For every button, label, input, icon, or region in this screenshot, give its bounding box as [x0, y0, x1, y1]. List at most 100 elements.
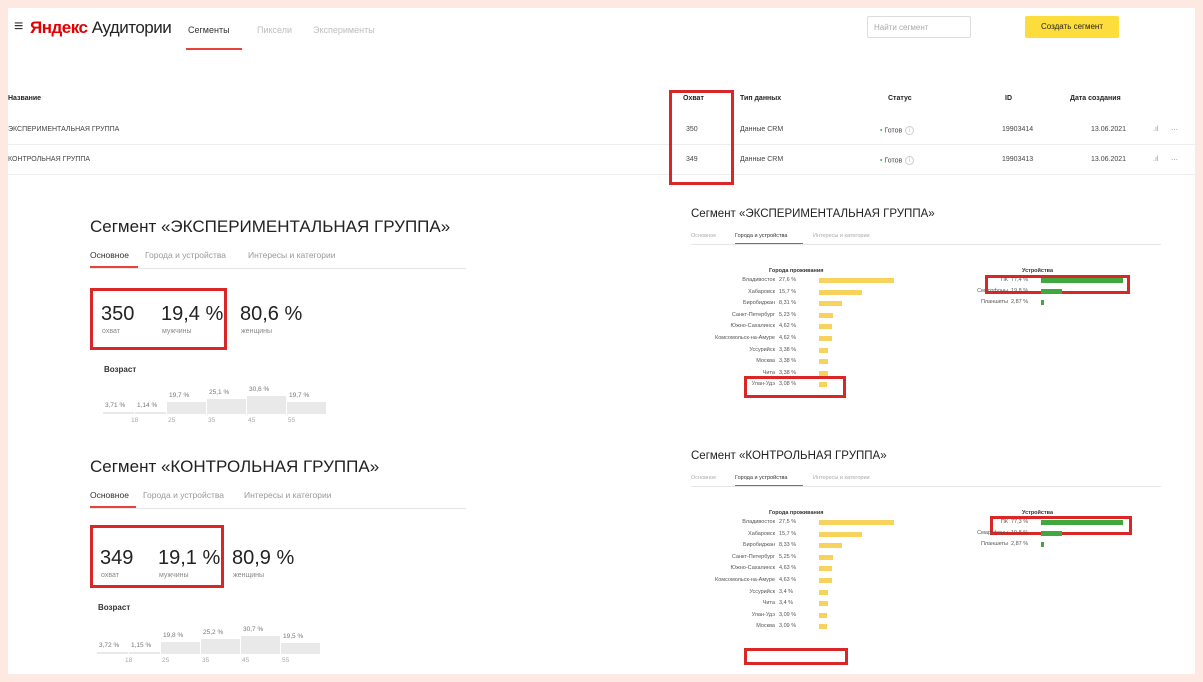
col-header-id[interactable]: ID	[1005, 95, 1012, 102]
logo-product: Аудитории	[91, 18, 172, 37]
table-row[interactable]: КОНТРОЛЬНАЯ ГРУППА 349 Данные CRM • Гото…	[8, 145, 1195, 175]
col-header-date[interactable]: Дата создания	[1070, 95, 1121, 102]
age-percent-label: 19,8 %	[163, 632, 184, 640]
city-bar	[819, 589, 829, 595]
create-segment-button[interactable]: Создать сегмент	[1025, 16, 1119, 38]
city-bar	[819, 612, 828, 618]
devices-caption: Устройства	[1022, 510, 1054, 516]
age-tick-label: 25	[168, 417, 176, 424]
segment-tab-interests[interactable]: Интересы и категории	[244, 490, 331, 500]
age-bar	[161, 642, 200, 654]
active-tab-underline	[186, 48, 242, 50]
stats-highlight-box	[90, 288, 227, 350]
city-bar	[819, 382, 828, 388]
age-bar	[287, 402, 326, 414]
more-icon[interactable]: ⋯	[1171, 126, 1178, 134]
chart-icon[interactable]: .ıl	[1153, 156, 1158, 163]
city-name: Чита	[762, 600, 775, 607]
cities-caption: Города проживания	[769, 268, 824, 274]
device-bar	[1041, 542, 1045, 547]
age-bar	[281, 642, 320, 654]
age-percent-label: 30,7 %	[243, 626, 264, 633]
more-icon[interactable]: ⋯	[1171, 156, 1178, 164]
segment-tab-cities[interactable]: Города и устройства	[735, 233, 787, 239]
age-bar	[247, 396, 286, 414]
device-name: ПК	[1000, 277, 1008, 283]
city-percent: 3,09 %	[779, 623, 797, 630]
device-bar	[1041, 531, 1062, 536]
city-name: Биробиджан	[742, 542, 775, 549]
age-bar	[241, 636, 280, 654]
age-percent-label: 19,5 %	[283, 632, 304, 640]
segment-tab-main[interactable]: Основное	[90, 250, 129, 260]
row-type: Данные CRM	[740, 156, 784, 163]
segment-tab-interests[interactable]: Интересы и категории	[248, 250, 335, 260]
table-row[interactable]: ЭКСПЕРИМЕНТАЛЬНАЯ ГРУППА 350 Данные CRM …	[8, 115, 1195, 145]
city-name: Уссурийск	[749, 588, 775, 595]
city-name: Владивосток	[742, 277, 775, 283]
city-percent: 15,7 %	[779, 288, 797, 295]
city-bar	[819, 566, 832, 572]
app-canvas: ≡ Яндекс Аудитории Сегменты Пиксели Эксп…	[8, 8, 1195, 674]
city-percent: 8,31 %	[779, 300, 797, 307]
city-bar	[819, 336, 832, 341]
top-bar: ≡ Яндекс Аудитории Сегменты Пиксели Эксп…	[8, 8, 1195, 52]
city-percent: 4,62 %	[779, 323, 797, 330]
age-percent-label: 25,2 %	[203, 629, 224, 637]
tab-experiments[interactable]: Эксперименты	[313, 25, 375, 35]
segment-title: Сегмент «КОНТРОЛЬНАЯ ГРУППА»	[90, 457, 380, 476]
segment-tab-main[interactable]: Основное	[691, 475, 716, 481]
city-bar	[819, 601, 829, 607]
logo[interactable]: Яндекс Аудитории	[30, 18, 172, 38]
row-status: • Готов i	[880, 126, 915, 135]
info-icon[interactable]: i	[905, 156, 915, 165]
age-percent-label: 25,1 %	[209, 389, 230, 397]
city-percent: 5,25 %	[779, 553, 797, 560]
col-header-status[interactable]: Статус	[888, 95, 912, 102]
tab-pixels[interactable]: Пиксели	[257, 25, 292, 35]
age-percent-label: 1,15 %	[131, 642, 152, 649]
city-name: Хабаровск	[748, 530, 775, 537]
segment-tab-main[interactable]: Основное	[691, 233, 716, 239]
age-percent-label: 19,7 %	[289, 392, 310, 400]
city-name: Москва	[756, 623, 775, 630]
row-name[interactable]: КОНТРОЛЬНАЯ ГРУППА	[8, 156, 90, 163]
hamburger-icon[interactable]: ≡	[14, 18, 23, 36]
col-header-name[interactable]: Название	[8, 95, 41, 102]
city-bar	[819, 359, 829, 365]
age-heading: Возраст	[104, 365, 137, 374]
stats-highlight-box	[90, 525, 224, 588]
age-tick-label: 55	[288, 417, 296, 424]
search-input[interactable]: Найти сегмент	[867, 16, 971, 38]
city-percent: 27,5 %	[779, 519, 797, 525]
city-percent: 3,08 %	[779, 381, 797, 388]
age-percent-label: 30,6 %	[249, 386, 270, 393]
age-tick-label: 25	[162, 657, 170, 664]
col-header-type[interactable]: Тип данных	[740, 95, 781, 102]
city-name: Комсомольск-на-Амуре	[715, 577, 775, 583]
segment-tab-interests[interactable]: Интересы и категории	[813, 475, 870, 481]
segment-tab-interests[interactable]: Интересы и категории	[813, 233, 870, 239]
city-percent: 4,63 %	[779, 565, 797, 572]
device-bar	[1041, 289, 1062, 294]
female-label: женщины	[233, 572, 265, 579]
age-heading: Возраст	[98, 603, 131, 612]
segment-tab-cities[interactable]: Города и устройства	[735, 475, 787, 481]
device-bar	[1041, 520, 1123, 525]
city-bar	[819, 624, 828, 630]
city-name: Южно-Сахалинск	[730, 323, 775, 330]
info-icon[interactable]: i	[905, 126, 915, 135]
city-percent: 3,4 %	[779, 600, 794, 607]
city-name: Биробиджан	[742, 300, 775, 307]
segment-tab-cities[interactable]: Города и устройства	[143, 490, 224, 500]
segment-tab-main[interactable]: Основное	[90, 490, 129, 500]
row-name[interactable]: ЭКСПЕРИМЕНТАЛЬНАЯ ГРУППА	[8, 126, 119, 133]
device-bar	[1041, 300, 1045, 305]
chart-icon[interactable]: .ıl	[1153, 126, 1158, 133]
city-name: Москва	[756, 358, 775, 365]
segment-tab-cities[interactable]: Города и устройства	[145, 250, 226, 260]
tab-segments[interactable]: Сегменты	[188, 25, 230, 35]
age-tick-label: 55	[282, 657, 290, 664]
divider	[90, 508, 466, 509]
age-tick-label: 45	[248, 417, 256, 424]
